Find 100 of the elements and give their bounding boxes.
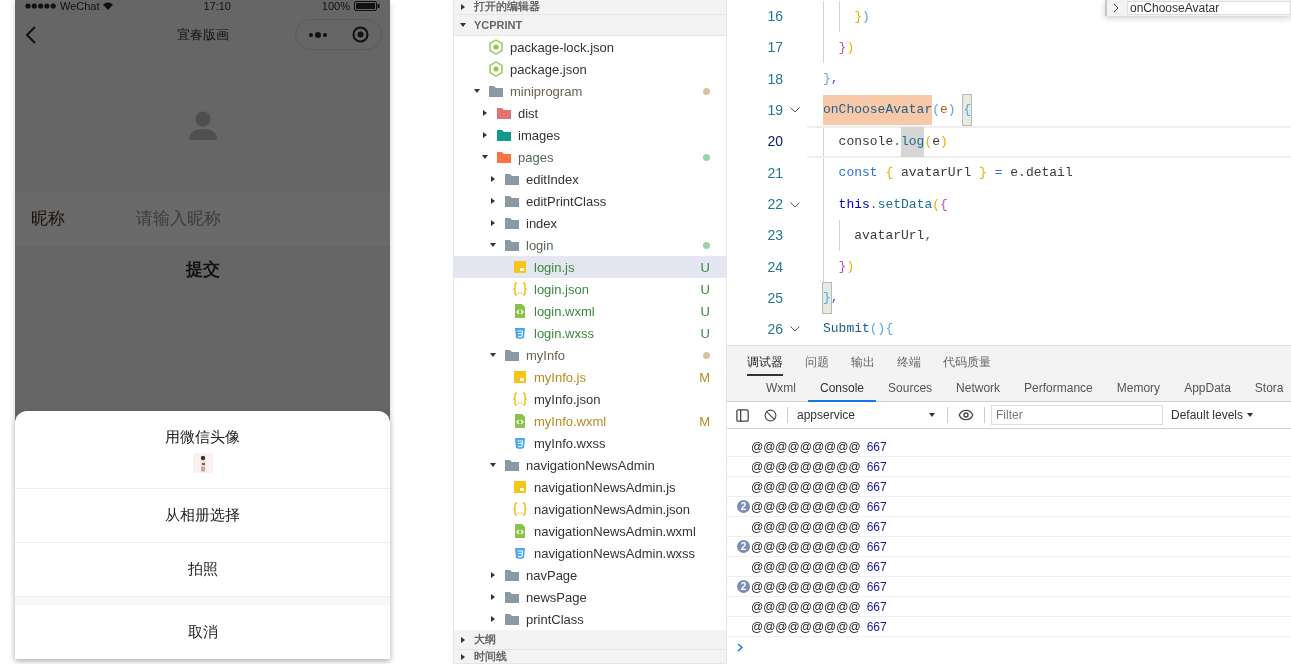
filter-field[interactable]: Filter bbox=[991, 405, 1163, 425]
section-title: 大纲 bbox=[474, 634, 496, 646]
folder-icon bbox=[496, 149, 512, 166]
panel-tab[interactable]: 终端 bbox=[897, 350, 921, 376]
section-header[interactable]: 时间线 bbox=[454, 650, 726, 664]
eye-icon[interactable] bbox=[958, 407, 974, 423]
folder-icon bbox=[504, 171, 520, 188]
file-row[interactable]: login.wxml U bbox=[454, 300, 726, 323]
context-select[interactable]: appservice bbox=[797, 406, 935, 424]
section-header[interactable]: 大纲 bbox=[454, 630, 726, 651]
file-name: printClass bbox=[526, 610, 585, 629]
sidebar-toggle-icon[interactable] bbox=[735, 407, 750, 423]
caret-down-icon[interactable] bbox=[490, 242, 496, 249]
panel-tab[interactable]: 问题 bbox=[805, 350, 829, 376]
panel-tab[interactable]: 代码质量 bbox=[943, 350, 991, 376]
caret-right-icon bbox=[460, 636, 466, 643]
line-number: 20 bbox=[766, 132, 783, 152]
section-header[interactable]: 打开的编辑器 bbox=[454, 0, 726, 15]
caret-right-icon[interactable] bbox=[490, 220, 496, 227]
fold-chevron-icon[interactable] bbox=[790, 107, 800, 114]
folder-row[interactable]: newsPage bbox=[454, 586, 726, 609]
caret-right-icon[interactable] bbox=[490, 572, 496, 579]
file-name: navigationNewsAdmin.js bbox=[534, 478, 677, 497]
caret-down-icon[interactable] bbox=[490, 352, 496, 359]
caret-right-icon[interactable] bbox=[490, 594, 496, 601]
caret-down-icon bbox=[460, 22, 466, 29]
find-field[interactable]: onChooseAvatar bbox=[1127, 1, 1291, 15]
file-row[interactable]: navigationNewsAdmin.js bbox=[454, 476, 726, 499]
file-row[interactable]: myInfo.json bbox=[454, 388, 726, 411]
file-name: navigationNewsAdmin.json bbox=[534, 500, 692, 519]
more-icon[interactable] bbox=[308, 31, 328, 38]
folder-row[interactable]: editIndex bbox=[454, 168, 726, 191]
devtools-tab[interactable]: AppData bbox=[1172, 375, 1243, 402]
folder-row[interactable]: index bbox=[454, 212, 726, 235]
folder-row[interactable]: printClass bbox=[454, 608, 726, 631]
folder-row[interactable]: login bbox=[454, 234, 726, 257]
folder-icon bbox=[488, 83, 504, 100]
log-text: @@@@@@@@@ bbox=[751, 558, 861, 576]
close-target-icon[interactable] bbox=[352, 26, 369, 43]
caret-down-icon[interactable] bbox=[490, 462, 496, 469]
fold-chevron-icon[interactable] bbox=[790, 201, 800, 208]
braces-icon bbox=[512, 281, 528, 298]
folder-row[interactable]: navPage bbox=[454, 564, 726, 587]
section-header[interactable]: YCPRINT bbox=[454, 14, 726, 37]
file-row[interactable]: login.js U bbox=[454, 256, 726, 279]
file-name: navPage bbox=[526, 566, 579, 585]
file-row[interactable]: package-lock.json bbox=[454, 36, 726, 59]
caret-down-icon[interactable] bbox=[474, 88, 480, 95]
log-text: @@@@@@@@@ bbox=[751, 458, 861, 476]
folder-row[interactable]: pages bbox=[454, 146, 726, 169]
file-name: package-lock.json bbox=[510, 38, 616, 57]
git-status: U bbox=[700, 258, 710, 277]
file-row[interactable]: myInfo.wxss bbox=[454, 432, 726, 455]
caret-right-icon[interactable] bbox=[490, 176, 496, 183]
folder-icon bbox=[496, 127, 512, 144]
git-status: M bbox=[699, 412, 710, 431]
devtools-tab[interactable]: Network bbox=[944, 375, 1013, 402]
fold-chevron-icon[interactable] bbox=[790, 326, 800, 333]
caret-down-icon[interactable] bbox=[482, 154, 488, 161]
code-line: Submit(){ bbox=[823, 320, 894, 339]
prompt-icon[interactable] bbox=[737, 642, 743, 652]
braces-icon bbox=[512, 391, 528, 408]
file-name: images bbox=[518, 126, 561, 145]
file-row[interactable]: login.json U bbox=[454, 278, 726, 301]
devtools-tab[interactable]: Performance bbox=[1012, 375, 1105, 402]
file-row[interactable]: navigationNewsAdmin.wxss bbox=[454, 542, 726, 565]
file-row[interactable]: navigationNewsAdmin.json bbox=[454, 498, 726, 521]
panel-tab[interactable]: 输出 bbox=[851, 350, 875, 376]
log-number: 667 bbox=[866, 558, 887, 576]
folder-row[interactable]: dist bbox=[454, 102, 726, 125]
file-name: login.wxss bbox=[534, 324, 595, 343]
caret-right-icon[interactable] bbox=[490, 198, 496, 205]
battery-icon bbox=[354, 1, 380, 11]
devtools-tab[interactable]: Stora bbox=[1242, 375, 1291, 402]
devtools-tab[interactable]: Sources bbox=[876, 375, 945, 402]
folder-row[interactable]: navigationNewsAdmin bbox=[454, 454, 726, 477]
folder-row[interactable]: images bbox=[454, 124, 726, 147]
levels-dropdown[interactable]: Default levels bbox=[1171, 406, 1254, 424]
devtools-tab[interactable]: Wxml bbox=[754, 375, 808, 402]
folder-row[interactable]: editPrintClass bbox=[454, 190, 726, 213]
back-icon[interactable] bbox=[25, 25, 37, 44]
file-row[interactable]: navigationNewsAdmin.wxml bbox=[454, 520, 726, 543]
section-title: 打开的编辑器 bbox=[474, 1, 540, 13]
caret-right-icon[interactable] bbox=[482, 110, 488, 117]
file-row[interactable]: login.wxss U bbox=[454, 322, 726, 345]
chevron-right-icon[interactable] bbox=[1113, 3, 1119, 13]
folder-row[interactable]: miniprogram bbox=[454, 80, 726, 103]
git-status: U bbox=[700, 280, 710, 299]
sheet-option[interactable]: 用微信头像 bbox=[15, 411, 390, 489]
log-text: @@@@@@@@@ bbox=[751, 498, 861, 516]
clear-icon[interactable] bbox=[764, 408, 777, 422]
caret-right-icon[interactable] bbox=[490, 616, 496, 623]
folder-row[interactable]: myInfo bbox=[454, 344, 726, 367]
file-name: login.js bbox=[534, 258, 576, 277]
devtools-tab[interactable]: Memory bbox=[1104, 375, 1173, 402]
css-file-icon bbox=[512, 545, 528, 562]
caret-right-icon[interactable] bbox=[482, 132, 488, 139]
cancel-button[interactable]: 取消 bbox=[15, 605, 390, 659]
file-row[interactable]: package.json bbox=[454, 58, 726, 81]
code-file-icon bbox=[512, 413, 528, 430]
